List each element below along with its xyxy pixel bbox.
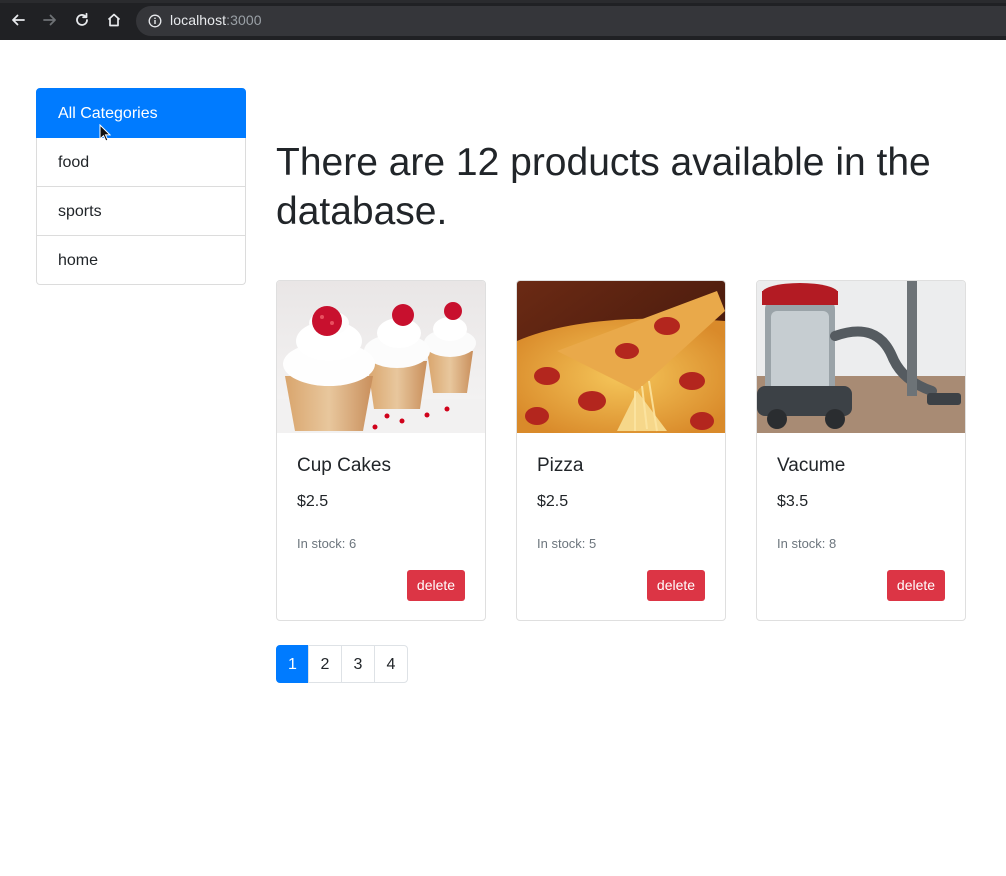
product-name: Pizza — [537, 455, 584, 476]
category-item-sports[interactable]: sports — [36, 187, 246, 236]
product-card: Vacume $3.5 In stock: 8 delete — [756, 280, 966, 621]
page-button-3[interactable]: 3 — [341, 645, 375, 683]
product-card: Cup Cakes $2.5 In stock: 6 delete — [276, 280, 486, 621]
category-list: All Categories food sports home — [36, 88, 246, 285]
forward-arrow-icon[interactable] — [40, 10, 60, 30]
product-image-cupcakes — [277, 281, 485, 433]
product-price: $2.5 — [537, 493, 569, 510]
reload-icon[interactable] — [72, 10, 92, 30]
page-button-1[interactable]: 1 — [276, 645, 309, 683]
product-image-pizza — [517, 281, 725, 433]
product-stock: In stock: 8 — [777, 536, 837, 551]
product-stock: In stock: 5 — [537, 536, 597, 551]
delete-button[interactable]: delete — [887, 570, 945, 601]
mouse-cursor-icon — [99, 123, 112, 142]
category-item-home[interactable]: home — [36, 236, 246, 285]
delete-button[interactable]: delete — [647, 570, 705, 601]
back-arrow-icon[interactable] — [8, 10, 28, 30]
category-item-all[interactable]: All Categories — [36, 88, 246, 138]
page-title: There are 12 products available in the d… — [276, 141, 931, 233]
category-item-food[interactable]: food — [36, 138, 246, 187]
delete-button[interactable]: delete — [407, 570, 465, 601]
page-button-2[interactable]: 2 — [308, 645, 342, 683]
product-price: $3.5 — [777, 493, 809, 510]
address-bar[interactable] — [136, 6, 1006, 36]
tab-strip-edge — [0, 0, 1006, 3]
home-icon[interactable] — [104, 10, 124, 30]
pagination: 1 2 3 4 — [276, 645, 408, 683]
browser-toolbar: localhost:3000 — [0, 0, 1006, 40]
product-card: Pizza $2.5 In stock: 5 delete — [516, 280, 726, 621]
address-url[interactable]: localhost:3000 — [170, 12, 262, 28]
product-stock: In stock: 6 — [297, 536, 357, 551]
product-image-vacuum — [757, 281, 965, 433]
product-name: Cup Cakes — [297, 455, 391, 476]
url-host: localhost — [170, 12, 227, 28]
url-port: :3000 — [226, 12, 262, 28]
page-button-4[interactable]: 4 — [374, 645, 408, 683]
info-icon[interactable] — [148, 14, 162, 28]
product-name: Vacume — [777, 455, 846, 476]
product-price: $2.5 — [297, 493, 329, 510]
